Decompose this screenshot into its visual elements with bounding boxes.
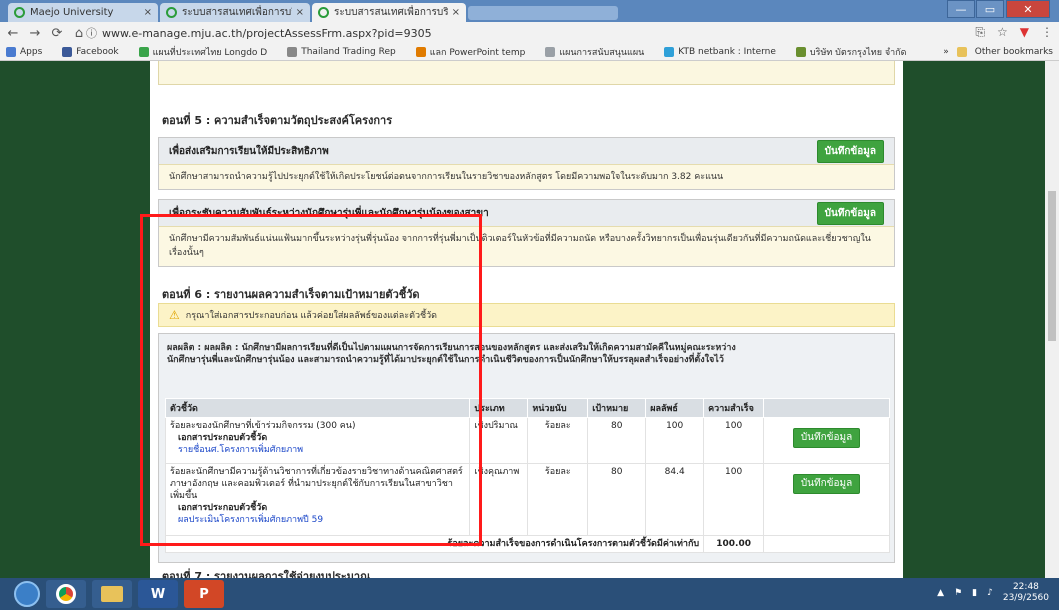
success-cell: 100 (703, 463, 765, 536)
browser-toolbar: ← → ⟳ ⌂ ⓘ www.e-manage.mju.ac.th/project… (0, 22, 1059, 44)
tab-favicon-icon (14, 7, 25, 18)
close-icon[interactable]: × (452, 7, 460, 18)
ktc-icon (795, 47, 806, 57)
bookmark-apps[interactable]: Apps (0, 47, 42, 57)
clock-time: 22:48 (1012, 582, 1039, 592)
close-window-button[interactable]: ✕ (1006, 0, 1050, 18)
folder-icon (956, 47, 967, 57)
maximize-button[interactable]: ▭ (976, 0, 1004, 18)
other-bookmarks[interactable]: Other bookmarks (975, 47, 1053, 57)
bookmark-facebook[interactable]: Facebook (56, 47, 119, 57)
column-header: ผลลัพธ์ (645, 398, 705, 418)
tab-maejo-university[interactable]: Maejo University × (8, 3, 158, 22)
info-icon[interactable]: ⓘ (86, 25, 97, 41)
powerpoint-icon[interactable]: P (184, 580, 224, 608)
column-header (763, 398, 890, 418)
forward-icon[interactable]: → (26, 26, 44, 41)
tab-label: ระบบสารสนเทศเพื่อการบริห (182, 7, 292, 18)
tab-label: Maejo University (30, 7, 114, 18)
ktb-icon (664, 47, 675, 57)
page-icon (287, 47, 298, 57)
unit-cell: ร้อยละ (527, 463, 589, 536)
explorer-icon[interactable] (92, 580, 132, 608)
system-tray: ▲ ⚑ ▮ ♪ 22:48 23/9/2560 (937, 582, 1049, 604)
bookmark-powerpoint[interactable]: แลก PowerPoint temp (410, 45, 526, 59)
new-tab-button[interactable] (468, 6, 618, 20)
total-value: 100.00 (703, 535, 765, 553)
bookmarks-bar: Apps Facebook แผนที่ประเทศไทย Longdo D T… (0, 44, 1059, 61)
save-button[interactable]: บันทึกข้อมูล (792, 428, 861, 448)
start-button[interactable] (14, 581, 40, 607)
tab-management-system-2[interactable]: ระบบสารสนเทศเพื่อการบริห × (312, 3, 466, 22)
bookmark-label: แลก PowerPoint temp (429, 48, 526, 58)
column-header: เป้าหมาย (587, 398, 647, 418)
objective-1-heading: เพื่อส่งเสริมการเรียนให้มีประสิทธิภาพ (169, 145, 329, 157)
close-icon[interactable]: × (144, 7, 152, 18)
bookmark-label: Apps (20, 47, 43, 57)
flag-icon[interactable]: ⚑ (954, 588, 962, 598)
volume-icon[interactable]: ♪ (987, 588, 993, 598)
close-icon[interactable]: × (296, 7, 304, 18)
back-icon[interactable]: ← (4, 26, 22, 41)
url-text: www.e-manage.mju.ac.th/projectAssessFrm.… (102, 26, 432, 40)
windows-taskbar: W P ▲ ⚑ ▮ ♪ 22:48 23/9/2560 (0, 578, 1059, 610)
powerpoint-icon (415, 47, 426, 57)
highlight-annotation-box (140, 214, 482, 546)
facebook-icon (62, 47, 73, 57)
result-cell: 84.4 (645, 463, 705, 536)
scrollbar-thumb[interactable] (1048, 191, 1056, 341)
target-cell: 80 (587, 417, 647, 464)
save-button[interactable]: บันทึกข้อมูล (816, 201, 884, 225)
translate-icon[interactable]: ⎘ (975, 25, 985, 40)
clock[interactable]: 22:48 23/9/2560 (1003, 582, 1049, 604)
address-bar[interactable]: ⓘ www.e-manage.mju.ac.th/projectAssessFr… (86, 25, 986, 41)
unit-cell: ร้อยละ (527, 417, 589, 464)
tab-favicon-icon (166, 7, 177, 18)
apps-icon (6, 47, 16, 57)
section-7-title: ตอนที่ 7 : รายงานผลการใช้จ่ายงบประมาณ (162, 570, 371, 578)
bookmark-ktb[interactable]: KTB netbank : Interne (658, 47, 776, 57)
section-5-title: ตอนที่ 5 : ความสำเร็จตามวัตถุประสงค์โครง… (162, 114, 393, 127)
bookmark-label: แผนการสนับสนุนแผน (559, 48, 645, 58)
network-icon[interactable]: ▮ (972, 588, 977, 598)
word-icon[interactable]: W (138, 580, 178, 608)
more-bookmarks-button[interactable]: » (943, 47, 949, 57)
reload-icon[interactable]: ⟳ (48, 26, 66, 41)
success-cell: 100 (703, 417, 765, 464)
save-button[interactable]: บันทึกข้อมูล (792, 474, 861, 494)
bookmark-longdo[interactable]: แผนที่ประเทศไทย Longdo D (133, 45, 268, 59)
bookmark-label: KTB netbank : Interne (678, 47, 776, 57)
bookmark-ktc[interactable]: บริษัท บัตรกรุงไทย จำกัด (790, 45, 907, 59)
tab-management-system-1[interactable]: ระบบสารสนเทศเพื่อการบริห × (160, 3, 310, 22)
tab-label: ระบบสารสนเทศเพื่อการบริห (334, 7, 448, 18)
page-icon (545, 47, 556, 57)
result-cell: 100 (645, 417, 705, 464)
tab-favicon-icon (318, 7, 329, 18)
show-hidden-icons[interactable]: ▲ (937, 588, 944, 598)
column-header: ความสำเร็จ (703, 398, 765, 418)
star-icon[interactable]: ☆ (997, 25, 1008, 40)
browser-titlebar: Maejo University × ระบบสารสนเทศเพื่อการบ… (0, 0, 1059, 22)
chrome-icon[interactable] (46, 580, 86, 608)
previous-section-strip (158, 61, 895, 85)
bookmark-thailand-trading[interactable]: Thailand Trading Rep (281, 47, 396, 57)
menu-icon[interactable]: ⋮ (1041, 25, 1053, 40)
save-button[interactable]: บันทึกข้อมูล (816, 139, 884, 163)
objective-panel-1: เพื่อส่งเสริมการเรียนให้มีประสิทธิภาพ บั… (158, 137, 895, 190)
clock-date: 23/9/2560 (1002, 593, 1049, 603)
bookmark-label: แผนที่ประเทศไทย Longdo D (152, 48, 268, 58)
longdo-icon (138, 47, 149, 57)
extension-icon[interactable]: ▼ (1020, 25, 1029, 40)
objective-1-result: นักศึกษาสามารถนำความรู้ไปประยุกต์ใช้ให้เ… (159, 164, 894, 189)
column-header: หน่วยนับ (527, 398, 589, 418)
scrollbar[interactable] (1045, 61, 1059, 578)
bookmark-label: Thailand Trading Rep (301, 47, 396, 57)
target-cell: 80 (587, 463, 647, 536)
minimize-button[interactable]: — (947, 0, 975, 18)
bookmark-label: Facebook (76, 47, 119, 57)
bookmark-label: บริษัท บัตรกรุงไทย จำกัด (809, 48, 907, 58)
bookmark-plan[interactable]: แผนการสนับสนุนแผน (539, 45, 644, 59)
